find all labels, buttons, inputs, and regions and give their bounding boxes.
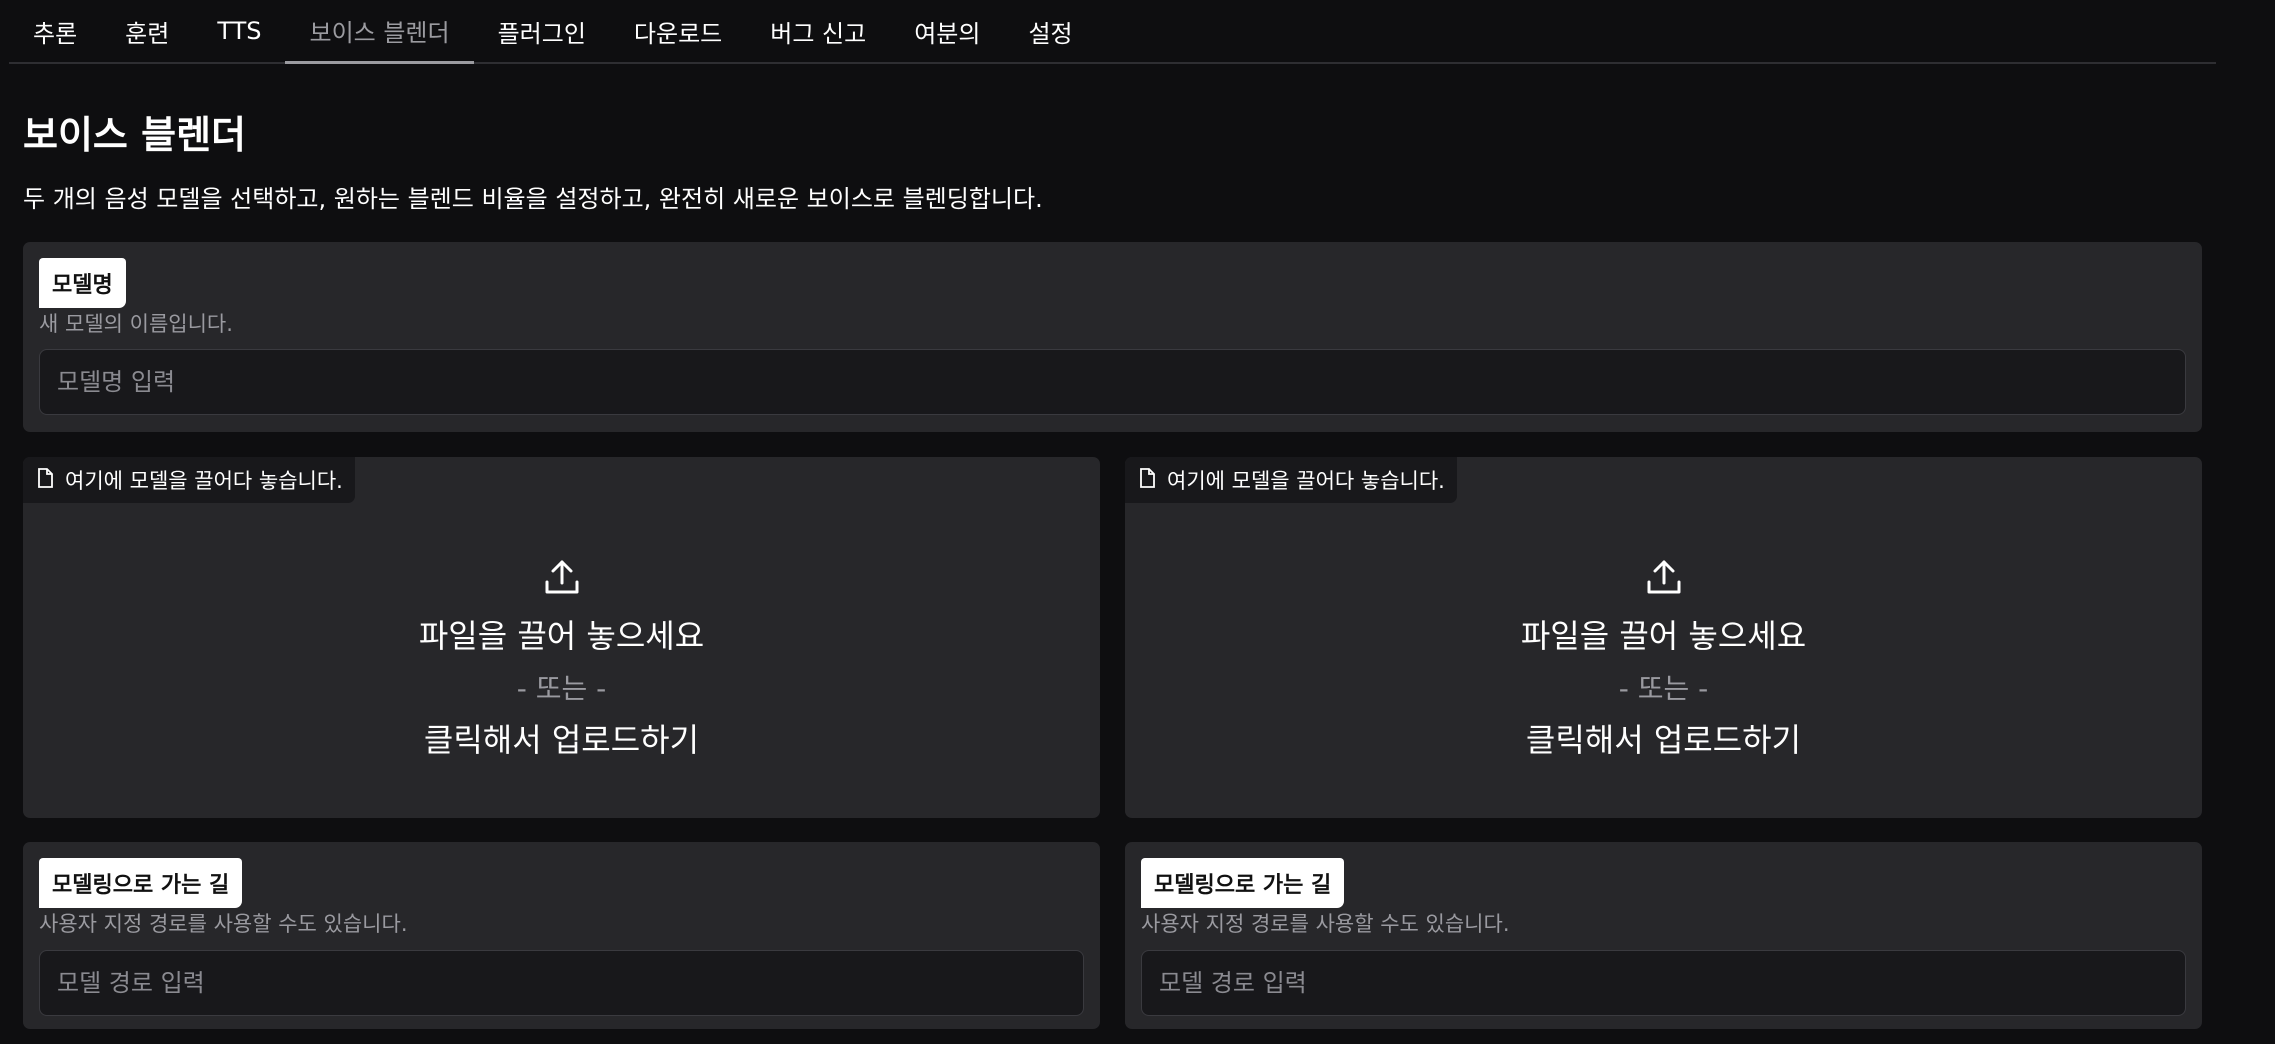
- dropzone-label-text: 여기에 모델을 끌어다 놓습니다.: [65, 469, 343, 493]
- model-path-input-1[interactable]: [39, 950, 1084, 1016]
- dropzone-label-text: 여기에 모델을 끌어다 놓습니다.: [1167, 469, 1445, 493]
- model-name-hint: 새 모델의 이름입니다.: [39, 312, 233, 336]
- upload-icon: [542, 557, 582, 601]
- model-path-hint: 사용자 지정 경로를 사용할 수도 있습니다.: [39, 912, 408, 936]
- file-icon: [1139, 467, 1155, 493]
- tab-voice-blender[interactable]: 보이스 블렌더: [285, 0, 474, 64]
- tab-training[interactable]: 훈련: [101, 0, 193, 62]
- tab-report-bug[interactable]: 버그 신고: [746, 0, 890, 62]
- tab-download[interactable]: 다운로드: [610, 0, 746, 62]
- click-upload-text: 클릭해서 업로드하기: [1525, 721, 1802, 759]
- model-path-label: 모델링으로 가는 길: [39, 858, 243, 908]
- drop-or-text: - 또는 -: [1618, 672, 1709, 705]
- model-name-panel: 모델명 새 모델의 이름입니다.: [23, 242, 2202, 432]
- file-icon: [37, 467, 53, 493]
- model-name-label: 모델명: [39, 258, 126, 308]
- dropzone-content: 파일을 끌어 놓으세요 - 또는 - 클릭해서 업로드하기: [1125, 557, 2202, 761]
- dropzone-label: 여기에 모델을 끌어다 놓습니다.: [1125, 457, 1457, 503]
- click-upload-text: 클릭해서 업로드하기: [423, 721, 700, 759]
- tab-bar: 추론 훈련 TTS 보이스 블렌더 플러그인 다운로드 버그 신고 여분의 설정: [9, 0, 2216, 64]
- drop-file-text: 파일을 끌어 놓으세요: [418, 617, 705, 655]
- model-dropzone-2[interactable]: 여기에 모델을 끌어다 놓습니다. 파일을 끌어 놓으세요 - 또는 - 클릭해…: [1125, 457, 2202, 818]
- model-path-panel-1: 모델링으로 가는 길 사용자 지정 경로를 사용할 수도 있습니다.: [23, 842, 1100, 1029]
- model-path-input-2[interactable]: [1141, 950, 2186, 1016]
- tab-plugins[interactable]: 플러그인: [474, 0, 610, 62]
- dropzone-content: 파일을 끌어 놓으세요 - 또는 - 클릭해서 업로드하기: [23, 557, 1100, 761]
- tab-tts[interactable]: TTS: [193, 0, 285, 62]
- model-dropzone-1[interactable]: 여기에 모델을 끌어다 놓습니다. 파일을 끌어 놓으세요 - 또는 - 클릭해…: [23, 457, 1100, 818]
- upload-icon: [1644, 557, 1684, 601]
- page-title: 보이스 블렌더: [23, 113, 246, 157]
- tab-inference[interactable]: 추론: [9, 0, 101, 62]
- model-path-panel-2: 모델링으로 가는 길 사용자 지정 경로를 사용할 수도 있습니다.: [1125, 842, 2202, 1029]
- dropzone-label: 여기에 모델을 끌어다 놓습니다.: [23, 457, 355, 503]
- tab-extra[interactable]: 여분의: [890, 0, 1004, 62]
- tab-settings[interactable]: 설정: [1004, 0, 1096, 62]
- model-path-label: 모델링으로 가는 길: [1141, 858, 1345, 908]
- drop-file-text: 파일을 끌어 놓으세요: [1520, 617, 1807, 655]
- model-path-hint: 사용자 지정 경로를 사용할 수도 있습니다.: [1141, 912, 1510, 936]
- model-name-input[interactable]: [39, 349, 2186, 415]
- drop-or-text: - 또는 -: [516, 672, 607, 705]
- page-description: 두 개의 음성 모델을 선택하고, 원하는 블렌드 비율을 설정하고, 완전히 …: [23, 185, 1043, 213]
